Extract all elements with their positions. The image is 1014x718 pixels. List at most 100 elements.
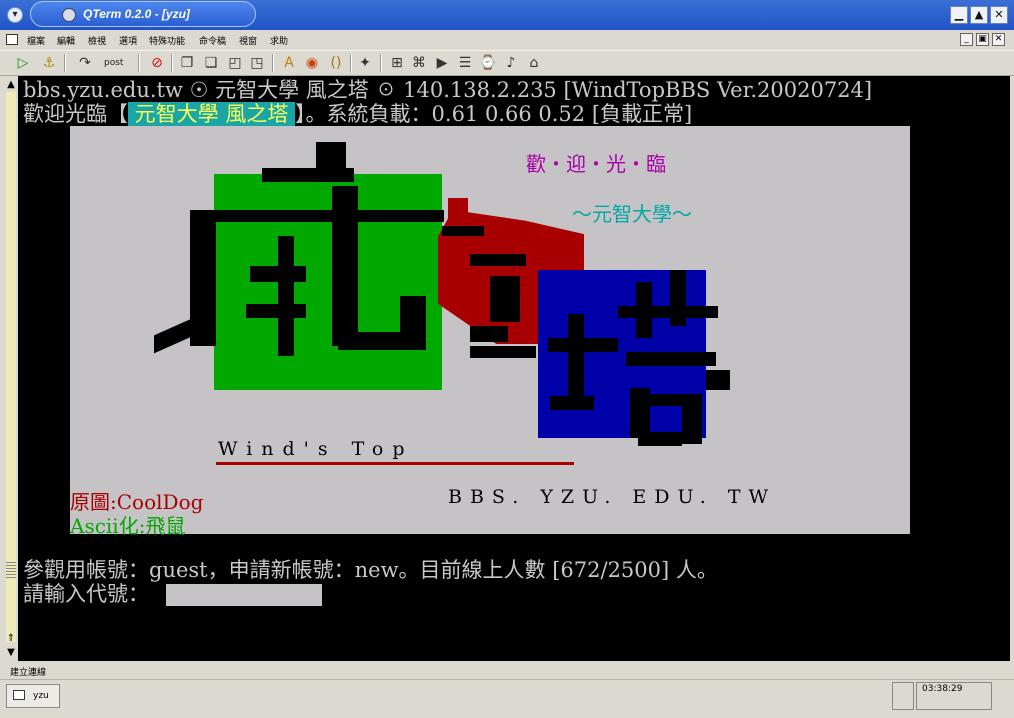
- art-stroke: [638, 432, 682, 446]
- mdi-close-button[interactable]: ✕: [992, 33, 1005, 46]
- bbs-host-text: BBS. YZU. EDU. TW: [448, 486, 777, 508]
- scroll-thumb[interactable]: [6, 562, 16, 580]
- vertical-scrollbar[interactable]: ▲ ⇑ ▼: [4, 76, 18, 661]
- menu-view[interactable]: 檢視: [88, 34, 106, 47]
- terminal-screen[interactable]: bbs.yzu.edu.tw ☉ 元智大學 風之塔 ☉ 140.138.2.23…: [18, 76, 1010, 661]
- art-stroke: [568, 314, 584, 406]
- clock: 03:38:29: [922, 684, 963, 694]
- wind-top-underline: [216, 462, 574, 465]
- menu-bar: 檔案 編輯 檢視 選項 特殊功能 命令稿 視窗 求助: [0, 30, 1014, 50]
- refresh-arrow-icon[interactable]: ↷: [76, 54, 94, 72]
- ascii-label: Ascii化:: [70, 514, 146, 538]
- home-icon[interactable]: ⌂: [525, 54, 543, 72]
- menu-window[interactable]: 視窗: [239, 34, 257, 47]
- paste-icon[interactable]: ❏: [202, 54, 220, 72]
- art-stroke: [626, 352, 716, 366]
- art-stroke: [470, 326, 508, 342]
- stop-icon[interactable]: ⊘: [148, 54, 166, 72]
- toolbar-separator: [380, 54, 382, 72]
- color-icon[interactable]: ◉: [303, 54, 321, 72]
- green-block: [214, 174, 442, 390]
- menu-help[interactable]: 求助: [270, 34, 288, 47]
- window-title: QTerm 0.2.0 - [yzu]: [83, 7, 190, 21]
- connection-status: 建立連線: [10, 668, 47, 678]
- title-bar: ▾ QTerm 0.2.0 - [yzu] ▁ ▲ ✕: [0, 0, 1014, 30]
- art-stroke: [618, 306, 718, 318]
- message-icon[interactable]: ☰: [456, 54, 474, 72]
- menu-special[interactable]: 特殊功能: [149, 34, 185, 47]
- art-stroke: [214, 210, 444, 222]
- art-stroke: [470, 254, 526, 266]
- system-load: 】。系統負載：0.61 0.66 0.52 [負載正常]: [295, 102, 693, 126]
- toolbar-separator: [272, 54, 274, 72]
- login-input[interactable]: [166, 584, 322, 606]
- anchor-icon[interactable]: ⚓: [40, 54, 58, 72]
- document-icon[interactable]: [6, 34, 18, 45]
- scroll-up-icon[interactable]: ▲: [4, 78, 18, 92]
- art-stroke: [470, 346, 536, 358]
- settings-star-icon[interactable]: ✦: [356, 54, 374, 72]
- art-stroke: [548, 338, 618, 352]
- menu-options[interactable]: 選項: [119, 34, 137, 47]
- welcome-line: 歡迎光臨【 元智大學 風之塔 】。系統負載：0.61 0.66 0.52 [負載…: [23, 102, 692, 126]
- session-tab-label: yzu: [33, 691, 49, 701]
- art-stroke: [332, 186, 358, 346]
- mdi-restore-button[interactable]: ▣: [976, 33, 989, 46]
- session-icon: [13, 690, 25, 700]
- art-stroke: [246, 304, 306, 318]
- post-button[interactable]: post: [104, 58, 123, 68]
- art-stroke: [682, 394, 702, 444]
- copy-rect-icon[interactable]: ◰: [226, 54, 244, 72]
- wind-top-text: Wind's Top: [218, 438, 414, 460]
- status-bar: 建立連線: [0, 661, 1014, 679]
- title-pill: QTerm 0.2.0 - [yzu]: [30, 1, 256, 27]
- menu-script[interactable]: 命令稿: [199, 34, 226, 47]
- copy-color-icon[interactable]: ◳: [248, 54, 266, 72]
- session-tab-yzu[interactable]: yzu: [6, 684, 60, 708]
- ascii-credit-line: Ascii化:飛鼠: [70, 510, 185, 539]
- maximize-button[interactable]: ▲: [970, 6, 988, 24]
- status-panel: [892, 682, 914, 710]
- mdi-minimize-button[interactable]: _: [960, 33, 973, 46]
- qterm-app-icon: [62, 8, 76, 22]
- art-stroke: [262, 168, 354, 182]
- font-icon[interactable]: A: [280, 54, 298, 72]
- welcome-banner: 歡・迎・光・臨: [526, 152, 666, 176]
- toolbar-separator: [171, 54, 173, 72]
- menu-edit[interactable]: 編輯: [57, 34, 75, 47]
- copy-icon[interactable]: ❐: [178, 54, 196, 72]
- address-book-icon[interactable]: ⊞: [388, 54, 406, 72]
- toolbar-separator: [350, 54, 352, 72]
- menu-file[interactable]: 檔案: [27, 34, 45, 47]
- school-banner: ～元智大學～: [572, 202, 692, 226]
- scroll-down-icon[interactable]: ▼: [4, 646, 18, 660]
- window-menu-button[interactable]: ▾: [7, 7, 23, 23]
- toolbar-separator: [64, 54, 66, 72]
- art-stroke: [400, 296, 426, 336]
- auto-reply-icon[interactable]: ▶: [433, 54, 451, 72]
- art-stroke: [442, 226, 484, 236]
- connect-icon[interactable]: ▷: [14, 54, 32, 72]
- minimize-button[interactable]: ▁: [950, 6, 968, 24]
- art-stroke: [316, 142, 346, 168]
- close-button[interactable]: ✕: [990, 6, 1008, 24]
- art-stroke: [278, 236, 294, 356]
- art-stroke: [550, 396, 594, 410]
- scroll-page-up-icon[interactable]: ⇑: [4, 632, 18, 646]
- anti-idle-icon[interactable]: ⌚: [479, 54, 497, 72]
- welcome-prefix: 歡迎光臨【: [23, 102, 128, 126]
- ascii-art-banner: 歡・迎・光・臨 ～元智大學～ Wind's Top BBS. YZU. EDU.…: [70, 126, 910, 538]
- guest-info-line: 參觀用帳號：guest，申請新帳號：new。目前線上人數 [672/2500] …: [23, 558, 718, 582]
- site-name-highlight: 元智大學 風之塔: [128, 102, 296, 126]
- toolbar: ▷ ⚓ ↷ post ⊘ ❐ ❏ ◰ ◳ A ◉ () ✦ ⊞ ⌘ ▶ ☰ ⌚ …: [0, 50, 1014, 76]
- art-stroke: [490, 276, 520, 322]
- sound-icon[interactable]: ♪: [502, 54, 520, 72]
- ascii-name: 飛鼠: [145, 514, 186, 538]
- scroll-track[interactable]: [6, 92, 16, 642]
- login-prompt: 請輸入代號：: [23, 582, 149, 606]
- server-info-line: bbs.yzu.edu.tw ☉ 元智大學 風之塔 ☉ 140.138.2.23…: [23, 78, 873, 102]
- art-stroke: [706, 370, 730, 390]
- paren-icon[interactable]: (): [327, 54, 345, 72]
- quick-login-icon[interactable]: ⌘: [410, 54, 428, 72]
- bottom-bar: yzu 03:38:29: [0, 679, 1014, 718]
